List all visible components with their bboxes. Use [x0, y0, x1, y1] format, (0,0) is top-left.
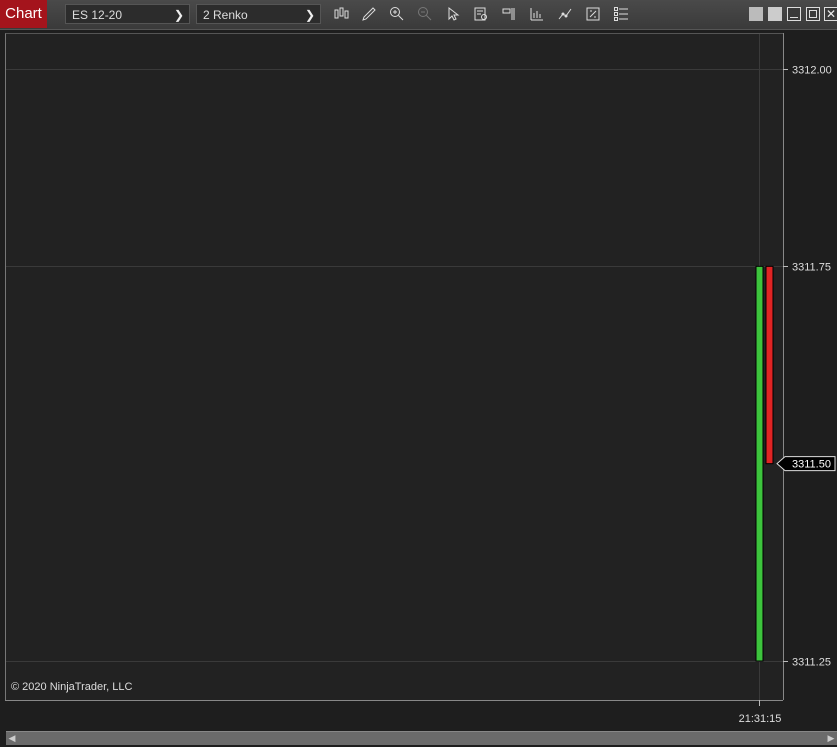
chart-plot-area[interactable]: [5, 33, 783, 700]
zoom-out-icon[interactable]: [417, 6, 433, 22]
bar-type-value: 2 Renko: [203, 8, 248, 22]
scroll-left-icon[interactable]: ◀: [6, 732, 18, 745]
maximize-icon[interactable]: [806, 7, 820, 21]
pointer-icon[interactable]: [445, 6, 461, 22]
strategies-icon[interactable]: [501, 6, 517, 22]
chart-toolbar: Chart ES 12-20 ❯ 2 Renko ❯ ✕: [0, 0, 837, 30]
bar-type-select[interactable]: 2 Renko ❯: [196, 4, 321, 24]
tile-icon-2[interactable]: [768, 7, 782, 21]
tile-icon[interactable]: [749, 7, 763, 21]
zoom-in-icon[interactable]: [389, 6, 405, 22]
time-axis[interactable]: [5, 700, 783, 731]
price-axis[interactable]: [783, 33, 837, 700]
data-box-icon[interactable]: [473, 6, 489, 22]
horizontal-scrollbar[interactable]: ◀ ▶: [6, 731, 837, 745]
chevron-down-icon: ❯: [173, 8, 184, 22]
chart-trader-icon[interactable]: [557, 6, 573, 22]
instrument-select[interactable]: ES 12-20 ❯: [65, 4, 190, 24]
close-icon[interactable]: ✕: [824, 7, 837, 21]
templates-icon[interactable]: [613, 6, 629, 22]
bars-type-icon[interactable]: [333, 6, 349, 22]
indicators-icon[interactable]: [529, 6, 545, 22]
minimize-icon[interactable]: [787, 7, 801, 21]
scroll-right-icon[interactable]: ▶: [825, 732, 837, 745]
instrument-value: ES 12-20: [72, 8, 123, 22]
copyright-text: © 2020 NinjaTrader, LLC: [11, 681, 133, 693]
chevron-down-icon: ❯: [304, 8, 315, 22]
chart-tab[interactable]: Chart: [0, 0, 47, 28]
properties-icon[interactable]: [585, 6, 601, 22]
pencil-draw-icon[interactable]: [361, 6, 377, 22]
